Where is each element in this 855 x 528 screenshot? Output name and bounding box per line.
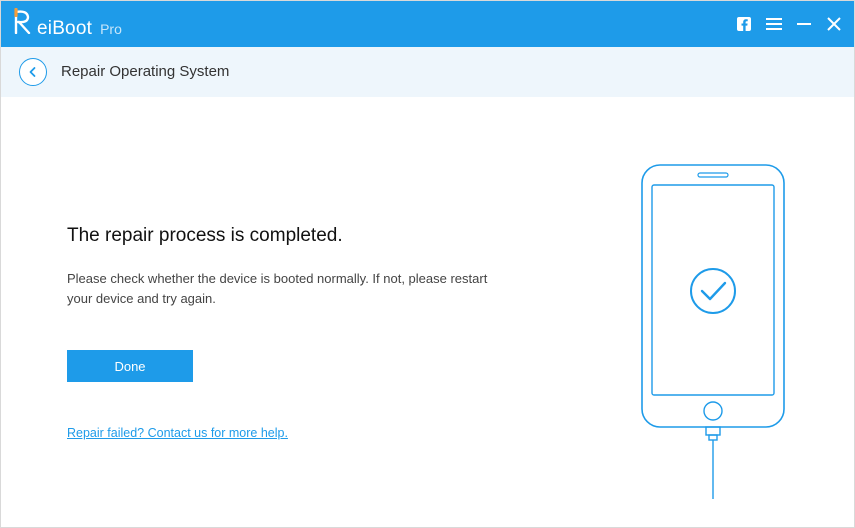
content: The repair process is completed. Please … [67,225,547,442]
brand-logo-icon [13,8,35,34]
app-window: eiBoot Pro [0,0,855,528]
minimize-icon[interactable] [796,16,812,32]
done-button[interactable]: Done [67,350,193,382]
phone-illustration [628,161,798,491]
subheader-title: Repair Operating System [61,63,229,80]
help-link[interactable]: Repair failed? Contact us for more help. [67,426,288,440]
titlebar: eiBoot Pro [1,1,854,47]
brand-name: eiBoot [37,18,92,40]
brand: eiBoot Pro [13,8,122,40]
back-button[interactable] [19,58,47,86]
menu-icon[interactable] [766,16,782,32]
main: The repair process is completed. Please … [1,97,854,527]
titlebar-actions [736,16,842,32]
close-icon[interactable] [826,16,842,32]
subheader: Repair Operating System [1,47,854,97]
brand-suffix: Pro [100,21,122,37]
headline: The repair process is completed. [67,225,547,247]
body-text: Please check whether the device is boote… [67,269,507,308]
facebook-icon[interactable] [736,16,752,32]
